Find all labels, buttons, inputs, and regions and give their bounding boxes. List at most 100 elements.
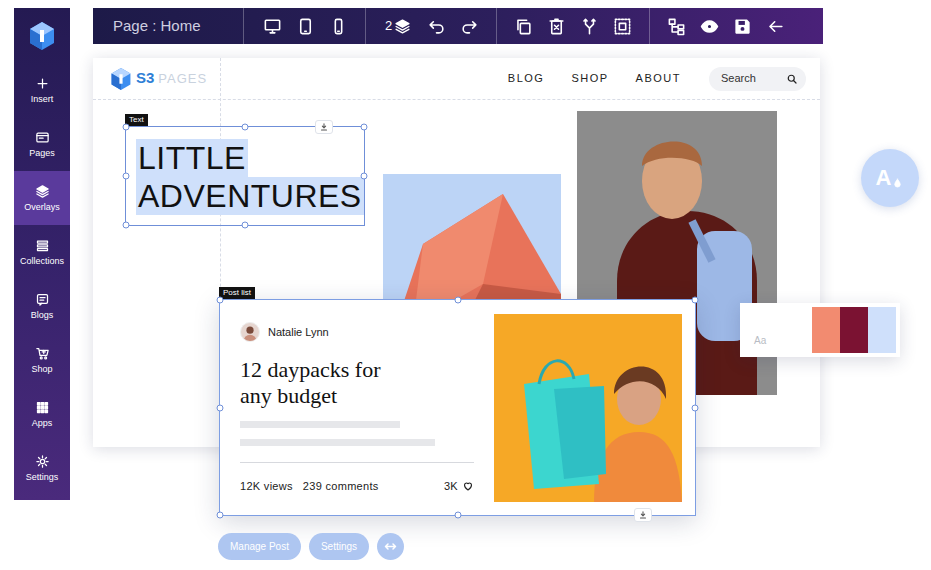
layers-icon bbox=[394, 18, 411, 35]
branch-button[interactable] bbox=[573, 8, 606, 44]
heading-line[interactable]: LITTLE bbox=[136, 139, 248, 177]
resize-handle[interactable] bbox=[692, 297, 699, 304]
back-icon bbox=[766, 17, 785, 36]
nav-link[interactable]: SHOP bbox=[571, 70, 608, 87]
avatar-icon bbox=[240, 322, 260, 342]
sidebar-item[interactable]: Blogs bbox=[14, 279, 70, 333]
layer-count: 2 bbox=[385, 16, 392, 36]
sidebar-item[interactable]: Shop bbox=[14, 333, 70, 387]
save-icon bbox=[733, 17, 752, 36]
download-icon bbox=[319, 122, 329, 132]
toolbar-group bbox=[243, 8, 365, 44]
resize-handle[interactable] bbox=[123, 124, 130, 131]
heart-icon bbox=[462, 480, 474, 492]
action-button[interactable]: Manage Post bbox=[218, 533, 301, 560]
back-button[interactable] bbox=[759, 8, 792, 44]
list-icon bbox=[35, 238, 50, 253]
redo-icon bbox=[460, 17, 479, 36]
post-photo[interactable] bbox=[494, 314, 682, 502]
save-button[interactable] bbox=[726, 8, 759, 44]
color-swatch[interactable] bbox=[812, 307, 840, 353]
like-count[interactable]: 3K bbox=[444, 478, 474, 495]
download-button[interactable] bbox=[315, 120, 333, 134]
post-list-element[interactable]: Post listNatalie Lynn12 daypacks forany … bbox=[219, 299, 696, 516]
eye-button[interactable] bbox=[693, 8, 726, 44]
sitemap-button[interactable] bbox=[660, 8, 693, 44]
color-swatch[interactable] bbox=[840, 307, 868, 353]
editor-toolbar: Page : Home 2 bbox=[93, 8, 823, 44]
toolbar-group: 2 bbox=[365, 8, 496, 44]
site-header: S3PAGES BLOG SHOP ABOUT bbox=[93, 58, 820, 100]
sidebar-item[interactable]: Settings bbox=[14, 441, 70, 495]
layers-button[interactable]: 2 bbox=[376, 8, 420, 44]
tablet-button[interactable] bbox=[289, 8, 322, 44]
resize-handle[interactable] bbox=[217, 512, 224, 519]
text-element[interactable]: TextLITTLEADVENTURES bbox=[125, 126, 365, 226]
resize-handle[interactable] bbox=[242, 222, 249, 229]
post-stats: 12K views 239 comments 3K bbox=[240, 478, 474, 495]
font-sample: Aa bbox=[744, 307, 812, 353]
author-name[interactable]: Natalie Lynn bbox=[268, 324, 329, 341]
sidebar-label: Shop bbox=[31, 365, 52, 375]
search-field[interactable] bbox=[709, 67, 806, 91]
search-input[interactable] bbox=[721, 70, 781, 87]
window-icon bbox=[35, 130, 50, 145]
action-button[interactable]: Settings bbox=[309, 533, 369, 560]
download-button[interactable] bbox=[634, 508, 652, 522]
page-label: Page : Home bbox=[93, 15, 243, 38]
cart-icon bbox=[35, 346, 50, 361]
sidebar-label: Blogs bbox=[31, 311, 54, 321]
heading-line[interactable]: ADVENTURES bbox=[136, 177, 364, 215]
gear-icon bbox=[35, 454, 50, 469]
download-icon bbox=[638, 510, 648, 520]
phone-button[interactable] bbox=[322, 8, 355, 44]
resize-handle[interactable] bbox=[217, 297, 224, 304]
resize-handle[interactable] bbox=[692, 404, 699, 411]
comment-count[interactable]: 239 comments bbox=[303, 478, 379, 495]
resize-handle[interactable] bbox=[242, 124, 249, 131]
redo-button[interactable] bbox=[453, 8, 486, 44]
nav-link[interactable]: ABOUT bbox=[636, 70, 681, 87]
nav-link[interactable]: BLOG bbox=[508, 70, 545, 87]
resize-handle[interactable] bbox=[361, 173, 368, 180]
resize-handle[interactable] bbox=[123, 222, 130, 229]
like-number: 3K bbox=[444, 478, 458, 495]
app-logo-icon[interactable] bbox=[28, 8, 56, 63]
tablet-icon bbox=[296, 17, 315, 36]
resize-handle[interactable] bbox=[123, 173, 130, 180]
resize-handle[interactable] bbox=[454, 297, 461, 304]
resize-handle[interactable] bbox=[217, 404, 224, 411]
view-count: 12K views bbox=[240, 478, 293, 495]
undo-button[interactable] bbox=[420, 8, 453, 44]
eye-icon bbox=[700, 17, 719, 36]
cube-logo-icon bbox=[110, 67, 132, 91]
sitemap-icon bbox=[667, 17, 686, 36]
layers-icon bbox=[35, 184, 50, 199]
color-palette[interactable]: Aa bbox=[740, 303, 900, 357]
trash-button[interactable] bbox=[540, 8, 573, 44]
sidebar-item[interactable]: Apps bbox=[14, 387, 70, 441]
sidebar-item[interactable]: Pages bbox=[14, 117, 70, 171]
search-icon bbox=[786, 73, 798, 85]
sidebar-label: Insert bbox=[31, 95, 54, 105]
desktop-icon bbox=[263, 17, 282, 36]
post-summary: Natalie Lynn 12 daypacks forany budget 12K… bbox=[220, 300, 494, 515]
site-logo[interactable]: S3PAGES bbox=[110, 67, 207, 91]
post-author: Natalie Lynn bbox=[240, 322, 474, 342]
resize-handle[interactable] bbox=[361, 124, 368, 131]
desktop-button[interactable] bbox=[256, 8, 289, 44]
post-title[interactable]: 12 daypacks forany budget bbox=[240, 357, 474, 409]
sidebar-item[interactable]: Overlays bbox=[14, 171, 70, 225]
sidebar-item[interactable]: Insert bbox=[14, 63, 70, 117]
editor-sidebar: Insert PagesOverlaysCollections Blogs Shop A… bbox=[14, 8, 70, 500]
sidebar-item[interactable]: Collections bbox=[14, 225, 70, 279]
stretch-button[interactable] bbox=[377, 533, 404, 560]
select-button[interactable] bbox=[606, 8, 639, 44]
plus-icon bbox=[35, 76, 50, 91]
theme-button[interactable]: A bbox=[861, 149, 919, 207]
text-line-row: LITTLE bbox=[136, 139, 356, 177]
copy-button[interactable] bbox=[507, 8, 540, 44]
logo-mark: S3 bbox=[136, 67, 154, 90]
resize-handle[interactable] bbox=[454, 512, 461, 519]
color-swatch[interactable] bbox=[868, 307, 896, 353]
